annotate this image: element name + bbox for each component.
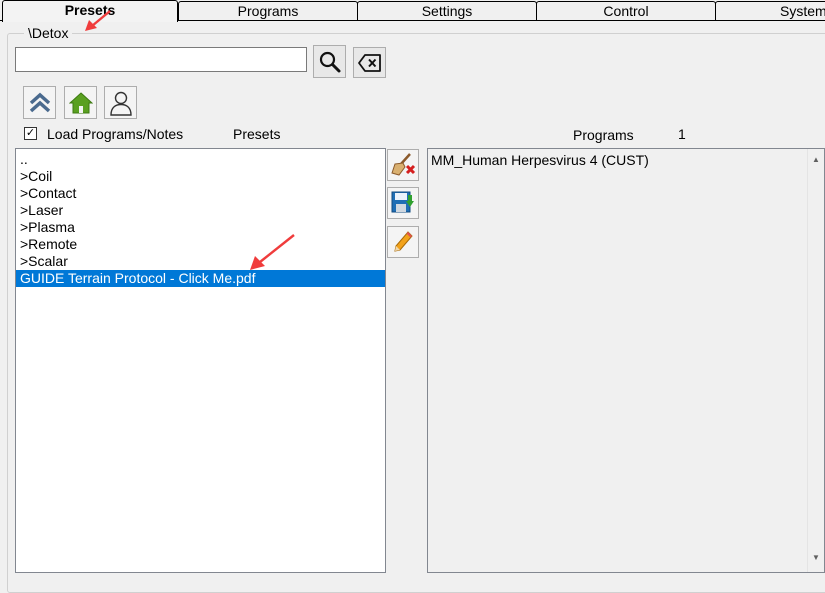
scroll-up-arrow[interactable]: ▲: [808, 151, 824, 168]
home-button[interactable]: [64, 86, 97, 119]
edit-button[interactable]: [387, 226, 419, 258]
load-programs-label: Load Programs/Notes: [47, 126, 184, 142]
user-button[interactable]: [104, 86, 137, 119]
save-button[interactable]: [387, 187, 419, 219]
programs-scrollbar[interactable]: ▲ ▼: [807, 149, 824, 572]
presets-header: Presets: [233, 126, 281, 142]
backspace-clear-icon: [357, 53, 381, 72]
search-button[interactable]: [313, 45, 346, 78]
broom-delete-icon: [391, 153, 416, 176]
tab-settings[interactable]: Settings: [357, 1, 537, 20]
programs-count: 1: [678, 126, 686, 142]
double-chevron-up-icon: [29, 92, 50, 112]
current-path-label: \Detox: [24, 25, 73, 41]
list-item[interactable]: >Contact: [16, 185, 385, 202]
magnifier-icon: [319, 51, 340, 72]
up-level-button[interactable]: [23, 86, 56, 119]
programs-header: Programs: [573, 127, 634, 143]
clear-list-button[interactable]: [387, 149, 419, 181]
list-item-selected[interactable]: GUIDE Terrain Protocol - Click Me.pdf: [16, 270, 385, 287]
tab-presets[interactable]: Presets: [2, 0, 178, 22]
list-item[interactable]: >Coil: [16, 168, 385, 185]
home-icon: [68, 91, 93, 113]
tab-system[interactable]: System: [715, 1, 825, 20]
list-item[interactable]: >Scalar: [16, 253, 385, 270]
programs-list[interactable]: MM_Human Herpesvirus 4 (CUST) ▲ ▼: [427, 148, 825, 573]
user-icon: [109, 91, 132, 116]
list-item[interactable]: >Plasma: [16, 219, 385, 236]
search-input[interactable]: [15, 47, 307, 72]
list-item[interactable]: ..: [16, 151, 385, 168]
list-item[interactable]: MM_Human Herpesvirus 4 (CUST): [428, 152, 824, 169]
clear-search-button[interactable]: [353, 47, 386, 78]
pencil-icon: [394, 231, 413, 252]
list-item[interactable]: >Remote: [16, 236, 385, 253]
scroll-down-arrow[interactable]: ▼: [808, 549, 824, 566]
presets-list[interactable]: .. >Coil >Contact >Laser >Plasma >Remote…: [15, 148, 386, 573]
tab-programs[interactable]: Programs: [178, 1, 358, 20]
list-item[interactable]: >Laser: [16, 202, 385, 219]
load-programs-checkbox[interactable]: ✓: [24, 127, 37, 140]
save-icon: [391, 191, 414, 213]
tab-control[interactable]: Control: [536, 1, 716, 20]
